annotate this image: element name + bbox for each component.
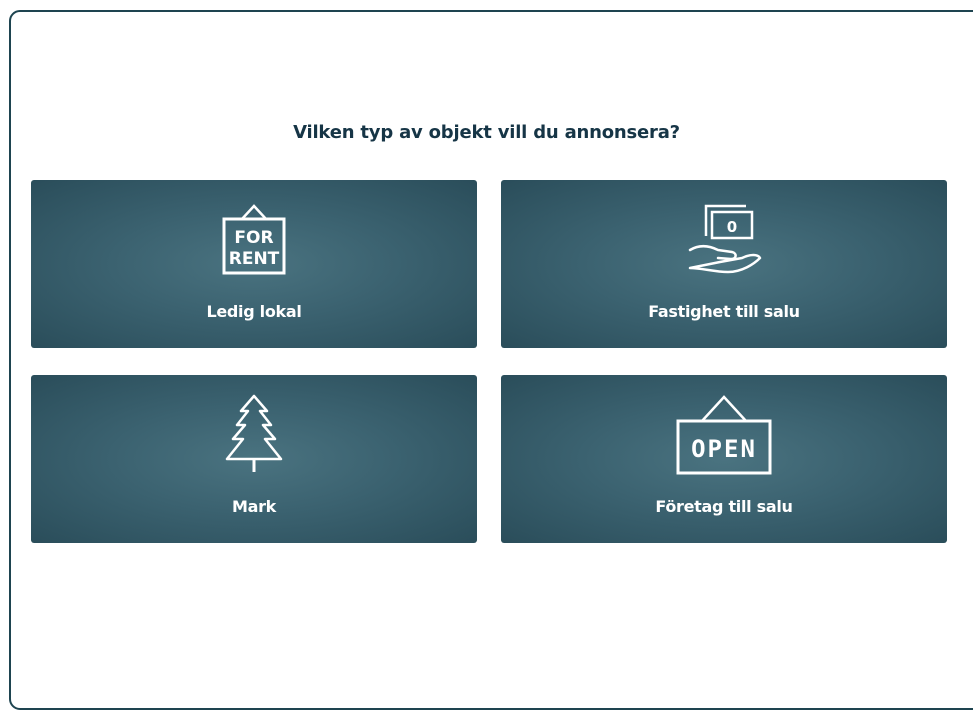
page-question: Vilken typ av objekt vill du annonsera? [293,122,680,143]
option-card-mark[interactable]: Mark [31,375,477,543]
svg-text:OPEN: OPEN [691,435,757,463]
option-label: Ledig lokal [206,302,302,321]
svg-text:0: 0 [727,218,737,236]
option-card-fastighet-till-salu[interactable]: 0 Fastighet till salu [501,180,947,348]
option-card-ledig-lokal[interactable]: FOR RENT Ledig lokal [31,180,477,348]
option-label: Företag till salu [655,497,793,516]
form-container [9,10,973,710]
option-label: Mark [231,497,277,516]
for-rent-sign-icon: FOR RENT [214,201,294,281]
svg-text:FOR: FOR [234,228,273,248]
option-card-foretag-till-salu[interactable]: OPEN Företag till salu [501,375,947,543]
svg-text:RENT: RENT [229,249,280,269]
money-in-hand-icon: 0 [676,202,772,278]
tree-icon [219,393,289,479]
open-sign-icon: OPEN [664,391,784,485]
option-label: Fastighet till salu [648,302,800,321]
